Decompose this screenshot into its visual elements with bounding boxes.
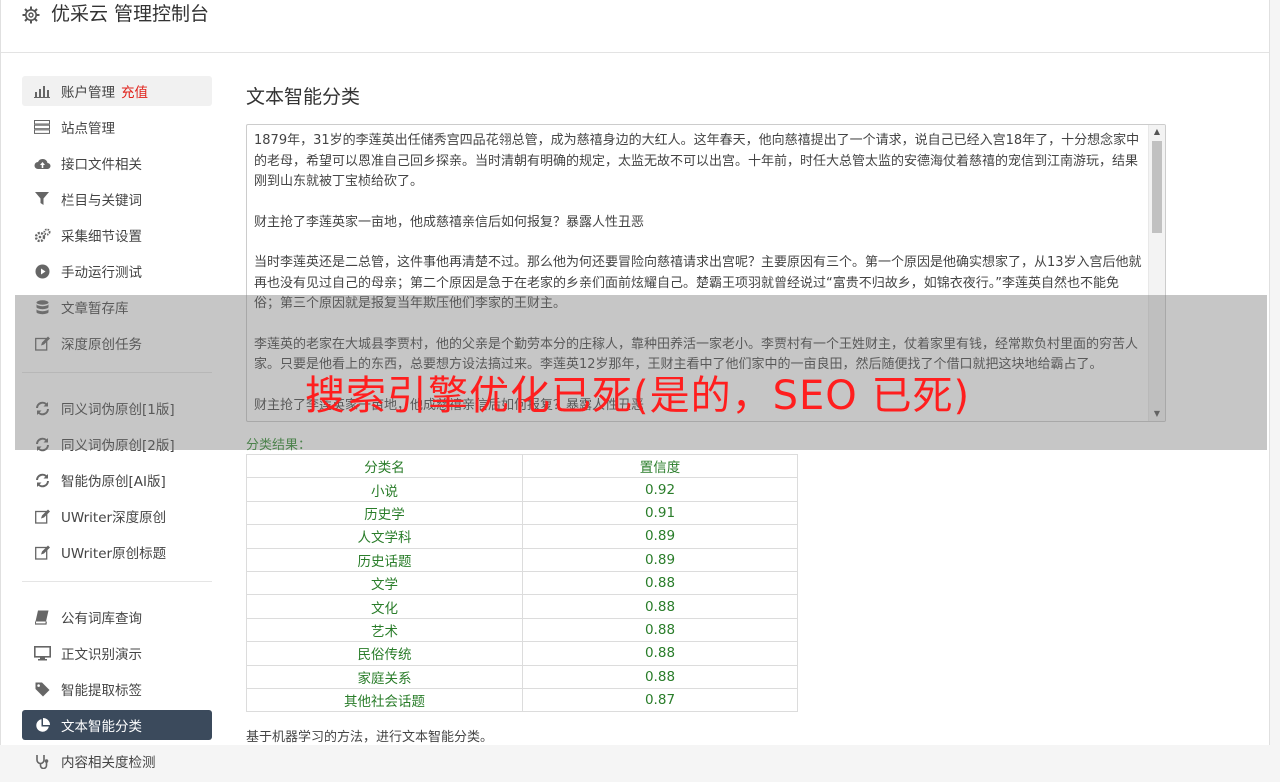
edit-icon [33, 543, 51, 561]
category-cell: 历史学 [246, 500, 523, 526]
sidebar-item-api-files[interactable]: 接口文件相关 [22, 148, 212, 178]
table-row: 文学 0.88 [246, 570, 798, 596]
paragraph: 财主抢了李莲英家一亩地，他成慈禧亲信后如何报复？暴露人性丑恶 [254, 214, 645, 230]
filter-icon [33, 190, 51, 208]
sidebar-item-label: 接口文件相关 [61, 157, 142, 173]
gear-icon [22, 6, 40, 24]
sidebar-item-label: 账户管理 [61, 85, 115, 101]
sidebar-item-smart-ai[interactable]: 智能伪原创[AI版] [22, 465, 212, 495]
column-header-category: 分类名 [246, 453, 523, 479]
confidence-cell: 0.88 [522, 641, 798, 666]
sidebar-item-account[interactable]: 账户管理 充值 [22, 76, 212, 106]
category-cell: 文学 [246, 570, 523, 596]
sidebar-item-text-classify[interactable]: 文本智能分类 [22, 710, 212, 740]
monitor-icon [33, 644, 51, 662]
sidebar-item-label: 文本智能分类 [61, 719, 142, 735]
sidebar-item-body-recognition[interactable]: 正文识别演示 [22, 638, 212, 668]
stethoscope-icon [33, 752, 51, 770]
bar-chart-icon [33, 82, 51, 100]
sidebar-item-label: 智能提取标签 [61, 683, 142, 699]
confidence-cell: 0.87 [522, 687, 798, 713]
play-circle-icon [33, 262, 51, 280]
sidebar-item-relevance-check[interactable]: 内容相关度检测 [22, 746, 212, 776]
server-icon [33, 118, 51, 136]
table-row: 人文学科 0.89 [246, 524, 798, 549]
nav-divider [22, 581, 212, 582]
sidebar-item-label: 公有词库查询 [61, 611, 142, 627]
sidebar-item-label: 栏目与关键词 [61, 193, 142, 209]
category-cell: 人文学科 [246, 524, 523, 549]
table-row: 文化 0.88 [246, 594, 798, 619]
table-row: 历史学 0.91 [246, 500, 798, 526]
category-cell: 历史话题 [246, 547, 523, 572]
recharge-link[interactable]: 充值 [121, 81, 148, 101]
book-icon [33, 608, 51, 626]
table-row: 小说 0.92 [246, 477, 798, 502]
confidence-cell: 0.91 [522, 500, 798, 526]
confidence-cell: 0.89 [522, 547, 798, 572]
sidebar-item-columns-keywords[interactable]: 栏目与关键词 [22, 184, 212, 214]
category-cell: 艺术 [246, 617, 523, 643]
column-header-confidence: 置信度 [522, 453, 798, 479]
sidebar-item-label: 智能伪原创[AI版] [61, 474, 166, 490]
table-row: 其他社会话题 0.87 [246, 687, 798, 713]
confidence-cell: 0.89 [522, 524, 798, 549]
confidence-cell: 0.88 [522, 570, 798, 596]
classification-table: 分类名 置信度 小说 0.92 历史学 0.91 人文学科 0.89 历史话题 0.89… [246, 453, 798, 713]
sidebar-item-sites[interactable]: 站点管理 [22, 112, 212, 142]
confidence-cell: 0.88 [522, 664, 798, 689]
confidence-cell: 0.92 [522, 477, 798, 502]
console-title: 优采云 管理控制台 [51, 3, 210, 25]
scrollbar-thumb[interactable] [1152, 141, 1162, 233]
sidebar-item-label: UWriter原创标题 [61, 546, 167, 562]
table-header-row: 分类名 置信度 [246, 453, 798, 479]
sidebar-item-label: 内容相关度检测 [61, 755, 156, 771]
main-content: 文本智能分类 1879年，31岁的李莲英出任储秀宫四品花翎总管，成为慈禧身边的大… [246, 84, 1166, 745]
paragraph: 1879年，31岁的李莲英出任储秀宫四品花翎总管，成为慈禧身边的大红人。这年春天… [254, 133, 1140, 189]
pie-chart-icon [33, 716, 51, 734]
sidebar-item-label: UWriter深度原创 [61, 510, 167, 526]
sidebar-item-manual-run[interactable]: 手动运行测试 [22, 256, 212, 286]
page-title: 文本智能分类 [246, 86, 361, 108]
category-cell: 文化 [246, 594, 523, 619]
table-row: 民俗传统 0.88 [246, 641, 798, 666]
sidebar-item-public-lexicon[interactable]: 公有词库查询 [22, 602, 212, 632]
edit-icon [33, 507, 51, 525]
confidence-cell: 0.88 [522, 617, 798, 643]
refresh-icon [33, 471, 51, 489]
sidebar-item-collect-settings[interactable]: 采集细节设置 [22, 220, 212, 250]
category-cell: 小说 [246, 477, 523, 502]
cloud-upload-icon [33, 154, 51, 172]
watermark-headline: 搜索引擎优化已死(是的，SEO 已死) [305, 373, 971, 419]
table-row: 艺术 0.88 [246, 617, 798, 643]
sidebar-item-uwriter-title[interactable]: UWriter原创标题 [22, 537, 212, 567]
category-cell: 民俗传统 [246, 641, 523, 666]
sidebar-item-uwriter-deep[interactable]: UWriter深度原创 [22, 501, 212, 531]
category-cell: 家庭关系 [246, 664, 523, 689]
sidebar-item-label: 站点管理 [61, 121, 115, 137]
sidebar-item-label: 正文识别演示 [61, 647, 142, 663]
confidence-cell: 0.88 [522, 594, 798, 619]
category-cell: 其他社会话题 [246, 687, 523, 713]
method-note: 基于机器学习的方法，进行文本智能分类。 [246, 730, 494, 745]
header: 优采云 管理控制台 [1, 0, 1269, 53]
tag-icon [33, 680, 51, 698]
sidebar-item-label: 手动运行测试 [61, 265, 142, 281]
gears-icon [33, 226, 51, 244]
table-row: 历史话题 0.89 [246, 547, 798, 572]
sidebar-item-extract-tags[interactable]: 智能提取标签 [22, 674, 212, 704]
scroll-up-arrow-icon[interactable]: ▲ [1149, 125, 1165, 139]
sidebar-item-label: 采集细节设置 [61, 229, 142, 245]
table-row: 家庭关系 0.88 [246, 664, 798, 689]
